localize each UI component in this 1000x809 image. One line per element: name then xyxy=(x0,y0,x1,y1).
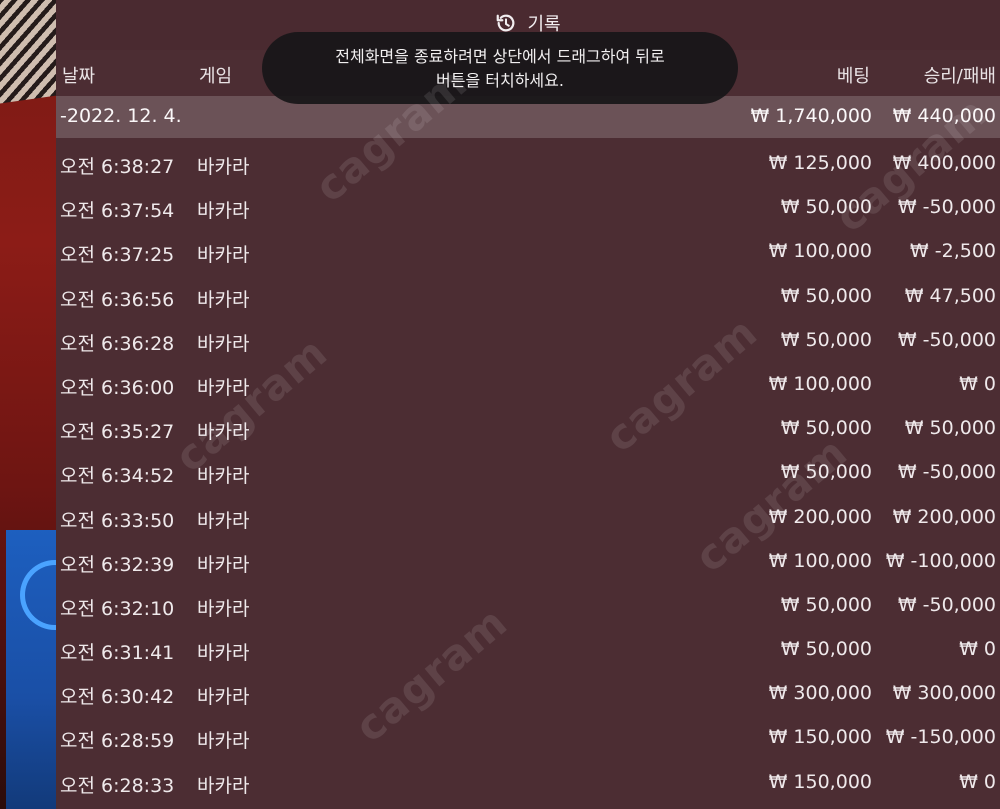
row-bet: ₩ 125,000 xyxy=(768,152,872,174)
toast-line-2: 버튼을 터치하세요. xyxy=(436,71,564,90)
row-game: 바카라 xyxy=(197,597,250,620)
row-game: 바카라 xyxy=(197,156,250,178)
row-result: ₩ 0 xyxy=(959,638,996,661)
row-game: 바카라 xyxy=(197,288,250,311)
row-game: 바카라 xyxy=(197,509,250,532)
row-bet: ₩ 50,000 xyxy=(780,417,872,440)
row-result: ₩ -50,000 xyxy=(897,593,996,616)
history-row[interactable]: 오전 6:31:41 바카라 ₩ 50,000 ₩ 0 xyxy=(56,628,1000,672)
row-time: 오전 6:28:33 xyxy=(60,774,175,797)
fullscreen-exit-toast: 전체화면을 종료하려면 상단에서 드래그하여 뒤로 버튼을 터치하세요. xyxy=(262,32,738,104)
history-row[interactable]: 오전 6:36:56 바카라 ₩ 50,000 ₩ 47,500 xyxy=(56,275,1000,319)
row-result: ₩ 50,000 xyxy=(904,417,996,440)
row-result: ₩ -50,000 xyxy=(897,196,996,219)
row-result: ₩ -2,500 xyxy=(909,240,996,263)
history-row[interactable]: 오전 6:33:50 바카라 ₩ 200,000 ₩ 200,000 xyxy=(56,496,1000,540)
history-row[interactable]: 오전 6:32:10 바카라 ₩ 50,000 ₩ -50,000 xyxy=(56,584,1000,628)
row-game: 바카라 xyxy=(197,376,250,399)
summary-bet: ₩ 1,740,000 xyxy=(750,105,872,127)
row-bet: ₩ 150,000 xyxy=(768,726,872,749)
row-game: 바카라 xyxy=(197,730,250,753)
row-time: 오전 6:28:59 xyxy=(60,730,175,753)
row-time: 오전 6:36:56 xyxy=(60,288,175,311)
toast-line-1: 전체화면을 종료하려면 상단에서 드래그하여 뒤로 xyxy=(335,47,665,66)
row-time: 오전 6:32:10 xyxy=(60,597,175,620)
row-result: ₩ -150,000 xyxy=(885,726,996,749)
history-icon xyxy=(497,14,515,32)
history-row[interactable]: 오전 6:37:54 바카라 ₩ 50,000 ₩ -50,000 xyxy=(56,186,1000,230)
row-bet: ₩ 50,000 xyxy=(780,638,872,661)
history-row[interactable]: 오전 6:38:27 바카라 ₩ 125,000 ₩ 400,000 xyxy=(56,142,1000,186)
row-game: 바카라 xyxy=(197,332,250,355)
row-result: ₩ -100,000 xyxy=(885,549,996,572)
row-time: 오전 6:36:00 xyxy=(60,376,175,399)
casino-backdrop xyxy=(0,0,56,809)
row-time: 오전 6:36:28 xyxy=(60,332,175,355)
history-row[interactable]: 오전 6:36:28 바카라 ₩ 50,000 ₩ -50,000 xyxy=(56,319,1000,363)
row-bet: ₩ 150,000 xyxy=(768,770,872,793)
row-result: ₩ 200,000 xyxy=(892,505,996,528)
row-result: ₩ 300,000 xyxy=(892,682,996,705)
backdrop-stripes xyxy=(0,0,56,107)
row-time: 오전 6:35:27 xyxy=(60,421,175,444)
row-game: 바카라 xyxy=(197,686,250,709)
history-panel: 기록 날짜 게임 베팅 승리/패배 -2022. 12. 4. ₩ 1,740,… xyxy=(56,0,1000,809)
column-header-bet: 베팅 xyxy=(836,66,870,87)
row-bet: ₩ 300,000 xyxy=(768,682,872,705)
row-game: 바카라 xyxy=(197,465,250,488)
history-row[interactable]: 오전 6:30:42 바카라 ₩ 300,000 ₩ 300,000 xyxy=(56,672,1000,716)
column-header-date: 날짜 xyxy=(62,66,96,87)
row-bet: ₩ 50,000 xyxy=(780,461,872,484)
column-header-result: 승리/패배 xyxy=(923,66,996,87)
row-time: 오전 6:34:52 xyxy=(60,465,175,488)
row-bet: ₩ 50,000 xyxy=(780,328,872,351)
history-row[interactable]: 오전 6:37:25 바카라 ₩ 100,000 ₩ -2,500 xyxy=(56,230,1000,274)
history-row[interactable]: 오전 6:28:33 바카라 ₩ 150,000 ₩ 0 xyxy=(56,761,1000,805)
row-time: 오전 6:31:41 xyxy=(60,642,175,665)
history-row[interactable]: 오전 6:35:27 바카라 ₩ 50,000 ₩ 50,000 xyxy=(56,407,1000,451)
column-header-game: 게임 xyxy=(199,66,233,87)
history-row[interactable]: 오전 6:28:59 바카라 ₩ 150,000 ₩ -150,000 xyxy=(56,716,1000,760)
row-bet: ₩ 100,000 xyxy=(768,549,872,572)
row-time: 오전 6:38:27 xyxy=(60,156,175,178)
history-row[interactable]: 오전 6:32:39 바카라 ₩ 100,000 ₩ -100,000 xyxy=(56,540,1000,584)
row-result: ₩ 47,500 xyxy=(904,284,996,307)
row-game: 바카라 xyxy=(197,774,250,797)
row-game: 바카라 xyxy=(197,642,250,665)
history-rows: 오전 6:38:27 바카라 ₩ 125,000 ₩ 400,000 오전 6:37:… xyxy=(56,142,1000,805)
row-result: ₩ 0 xyxy=(959,372,996,395)
row-bet: ₩ 200,000 xyxy=(768,505,872,528)
history-row[interactable]: 오전 6:36:00 바카라 ₩ 100,000 ₩ 0 xyxy=(56,363,1000,407)
row-game: 바카라 xyxy=(197,553,250,576)
row-time: 오전 6:37:54 xyxy=(60,200,175,223)
row-time: 오전 6:32:39 xyxy=(60,553,175,576)
row-time: 오전 6:30:42 xyxy=(60,686,175,709)
summary-date: -2022. 12. 4. xyxy=(60,105,182,127)
row-game: 바카라 xyxy=(197,421,250,444)
row-bet: ₩ 50,000 xyxy=(780,593,872,616)
row-result: ₩ -50,000 xyxy=(897,461,996,484)
row-result: ₩ -50,000 xyxy=(897,328,996,351)
row-result: ₩ 400,000 xyxy=(892,152,996,174)
row-game: 바카라 xyxy=(197,200,250,223)
row-bet: ₩ 100,000 xyxy=(768,240,872,263)
summary-result: ₩ 440,000 xyxy=(892,105,996,127)
history-row[interactable]: 오전 6:34:52 바카라 ₩ 50,000 ₩ -50,000 xyxy=(56,451,1000,495)
row-bet: ₩ 50,000 xyxy=(780,284,872,307)
row-time: 오전 6:37:25 xyxy=(60,244,175,267)
row-time: 오전 6:33:50 xyxy=(60,509,175,532)
row-result: ₩ 0 xyxy=(959,770,996,793)
row-game: 바카라 xyxy=(197,244,250,267)
row-bet: ₩ 100,000 xyxy=(768,372,872,395)
row-bet: ₩ 50,000 xyxy=(780,196,872,219)
